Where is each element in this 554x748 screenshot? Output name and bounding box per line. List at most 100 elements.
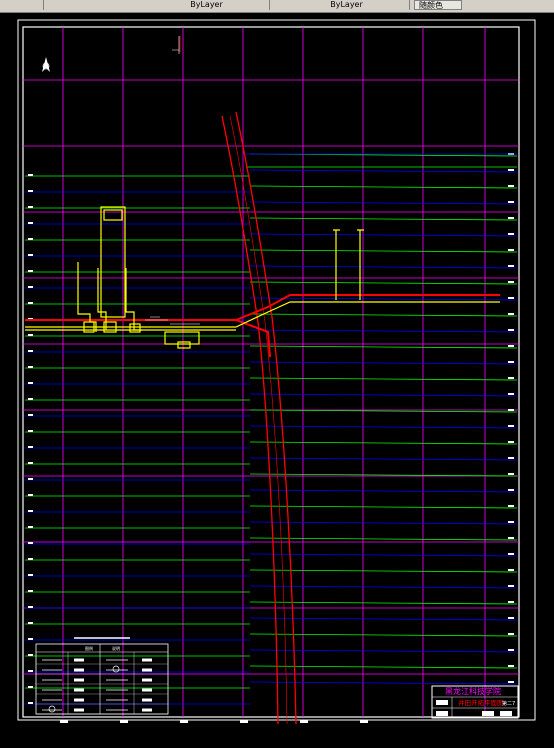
contour-line-right <box>249 217 518 221</box>
legend-circle-icon <box>112 665 120 673</box>
contour-line-right <box>249 505 518 509</box>
legend-label <box>142 698 152 702</box>
elevation-label <box>28 382 33 384</box>
elevation-label <box>28 510 33 512</box>
elevation-label <box>508 681 514 683</box>
elevation-label <box>28 702 33 704</box>
elevation-label <box>28 222 33 224</box>
elevation-label <box>28 270 33 272</box>
linetype-tab[interactable] <box>0 0 44 10</box>
elevation-label <box>28 190 33 192</box>
elevation-label <box>28 558 33 560</box>
elevation-label <box>28 174 33 176</box>
bycolor-button[interactable]: 随颜色 <box>414 0 462 10</box>
elevation-label <box>508 281 514 283</box>
elevation-label <box>28 574 33 576</box>
contour-line-right <box>249 489 518 493</box>
elevation-label <box>508 361 514 363</box>
elevation-label <box>508 585 514 587</box>
outer-frame <box>17 19 536 721</box>
elevation-label <box>28 350 33 352</box>
elevation-label <box>28 206 33 208</box>
contour-line-right <box>249 345 518 349</box>
coordinate-label <box>240 720 248 723</box>
coordinate-label <box>360 720 368 723</box>
elevation-label <box>508 345 514 347</box>
elevation-label <box>508 377 514 379</box>
elevation-label <box>508 633 514 635</box>
elevation-label <box>508 249 514 251</box>
elevation-label <box>508 601 514 603</box>
elevation-label <box>508 521 514 523</box>
elevation-label <box>508 265 514 267</box>
contour-line-right <box>249 617 518 621</box>
title-drawing-name: 井田开拓平面图 <box>458 698 504 707</box>
elevation-label <box>508 329 514 331</box>
elevation-label <box>508 505 514 507</box>
legend-label <box>142 668 152 672</box>
elevation-label <box>508 553 514 555</box>
elevation-label <box>28 398 33 400</box>
elevation-label <box>508 169 514 171</box>
coordinate-label <box>300 720 308 723</box>
elevation-label <box>28 542 33 544</box>
legend-table: 图例 说明 <box>35 637 169 715</box>
drawing-svg: 图例 说明 黑龙江科技学院 井田开拓平面图 第二7 <box>17 19 536 725</box>
elevation-label <box>508 457 514 459</box>
legend-label <box>142 688 152 692</box>
legend-label <box>142 678 152 682</box>
elevation-label <box>508 537 514 539</box>
contour-line-right <box>249 361 518 365</box>
contour-line-right <box>249 281 518 285</box>
elevation-label <box>28 254 33 256</box>
contour-line-right <box>249 297 518 301</box>
north-arrow-icon <box>42 57 50 72</box>
contour-line-right <box>249 393 518 397</box>
elevation-label <box>28 478 33 480</box>
legend-header-symbol: 图例 <box>85 645 93 651</box>
legend-label <box>142 708 152 712</box>
contour-line-right <box>249 313 518 317</box>
title-block: 黑龙江科技学院 井田开拓平面图 第二7 <box>431 685 519 719</box>
legend-label <box>74 678 84 682</box>
inner-frame <box>22 26 520 718</box>
contour-line-right <box>249 201 518 205</box>
title-sheet-number: 第二7 <box>502 700 515 707</box>
legend-label <box>74 688 84 692</box>
contour-line-right <box>249 441 518 445</box>
elevation-label <box>508 409 514 411</box>
contour-line-right <box>249 377 518 381</box>
elevation-label <box>508 201 514 203</box>
elevation-label <box>508 425 514 427</box>
coordinate-label <box>120 720 128 723</box>
elevation-label <box>508 297 514 299</box>
color-dropdown[interactable]: ByLayer <box>140 0 270 10</box>
elevation-label <box>28 494 33 496</box>
drawing-canvas[interactable]: 图例 说明 黑龙江科技学院 井田开拓平面图 第二7 <box>0 12 554 744</box>
contour-line-right <box>249 425 518 429</box>
elevation-label <box>508 393 514 395</box>
contour-line-right <box>249 457 518 461</box>
contour-line-right <box>249 601 518 605</box>
linetype-dropdown[interactable]: ByLayer <box>280 0 410 10</box>
contour-line-right <box>249 537 518 541</box>
legend-label <box>74 708 84 712</box>
coordinate-grid <box>23 27 519 717</box>
elevation-label <box>508 665 514 667</box>
legend-circle-icon <box>48 705 56 713</box>
legend-label <box>74 658 84 662</box>
legend-label <box>74 698 84 702</box>
elevation-label <box>28 446 33 448</box>
elevation-label <box>508 313 514 315</box>
elevation-label <box>28 686 33 688</box>
elevation-label <box>28 430 33 432</box>
elevation-label <box>28 622 33 624</box>
contour-line-right <box>249 665 518 669</box>
elevation-label <box>28 590 33 592</box>
contour-line-right <box>249 585 518 589</box>
contour-line-right <box>249 681 518 685</box>
contour-line-right <box>249 569 518 573</box>
elevation-label <box>28 526 33 528</box>
white-details <box>145 36 200 325</box>
contour-line-right <box>249 649 518 653</box>
